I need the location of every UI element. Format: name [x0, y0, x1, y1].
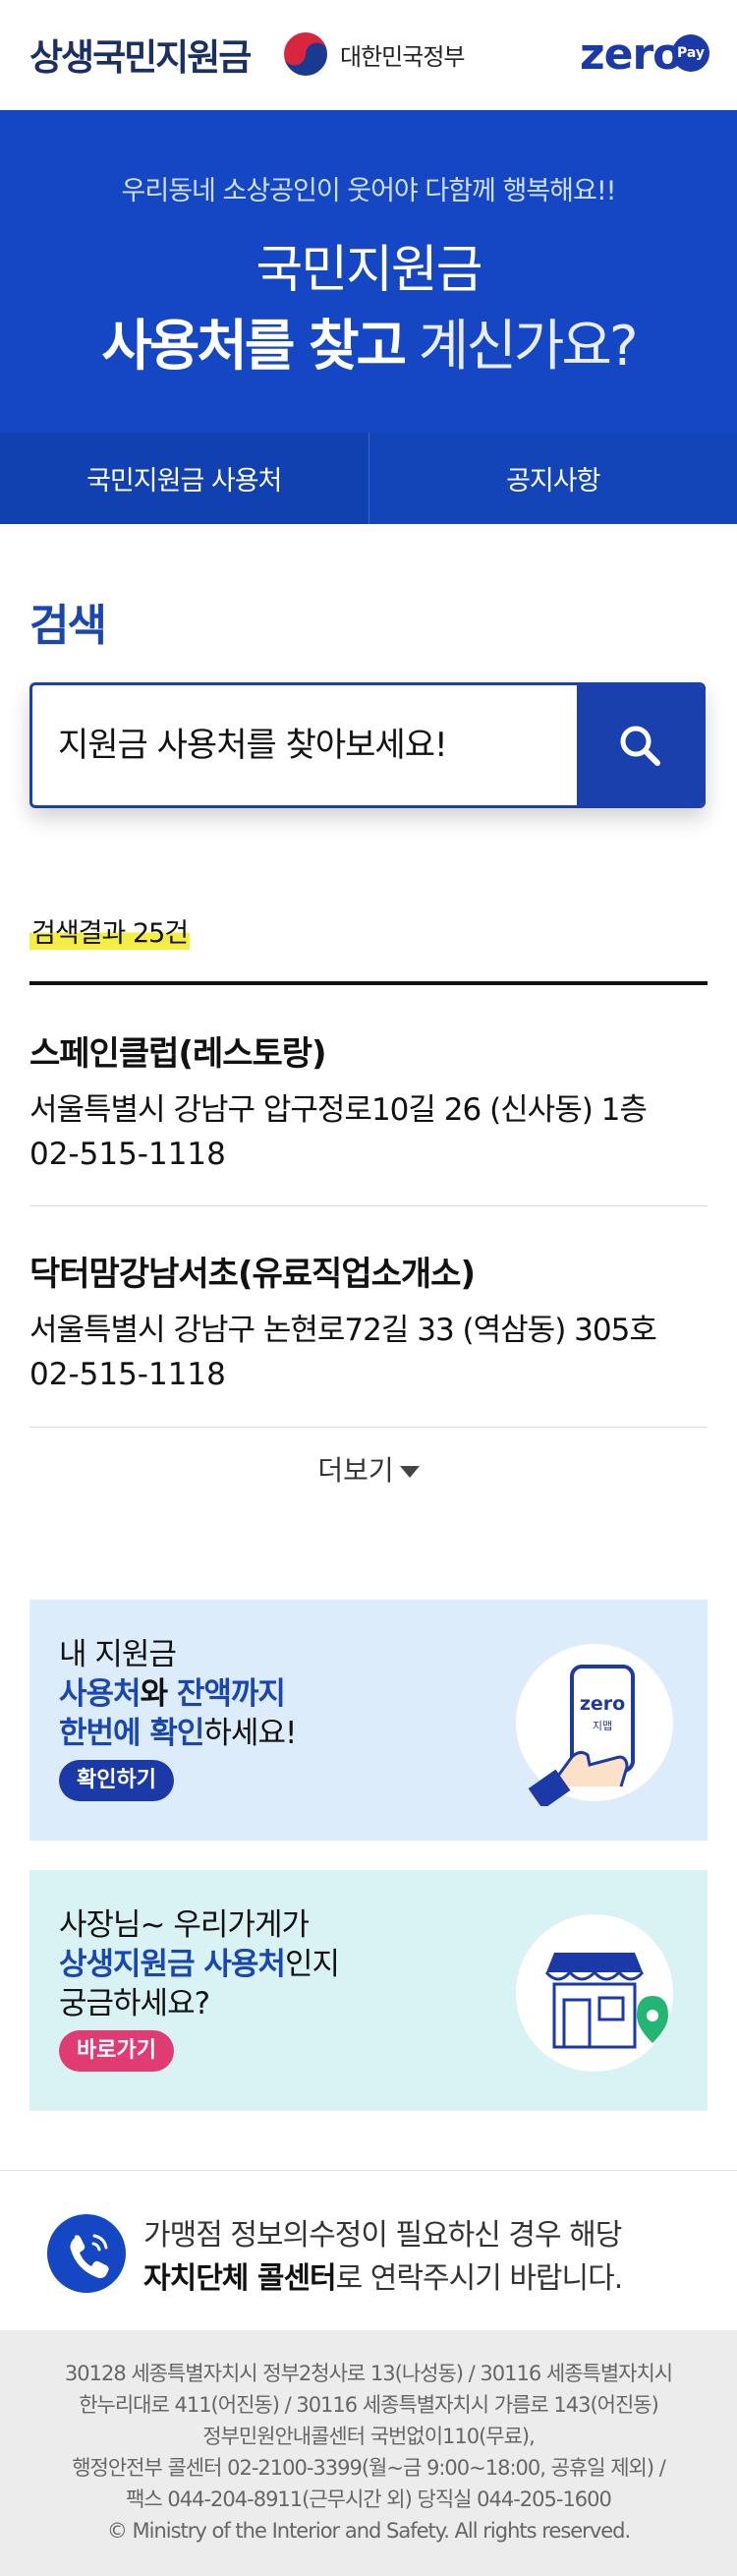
result-divider [29, 981, 708, 985]
footer-line: 팩스 044-204-8911(근무시간 외) 당직실 044-205-1600 [126, 2488, 612, 2511]
footer-line: 행정안전부 콜센터 02-2100-3399(월~금 9:00~18:00, 공… [72, 2456, 666, 2480]
pay-badge: Pay [672, 34, 709, 72]
footer-line: © Ministry of the Interior and Safety. A… [106, 2519, 631, 2543]
taegeuk-emblem-icon [282, 30, 329, 78]
result-item[interactable]: 닥터맘강남서초(유료직업소개소) 서울특별시 강남구 논현로72길 33 (역삼… [29, 1247, 708, 1428]
check-button[interactable]: 확인하기 [59, 1760, 174, 1801]
search-input[interactable] [32, 685, 577, 805]
result-name: 닥터맘강남서초(유료직업소개소) [29, 1255, 476, 1294]
more-button[interactable]: 더보기 [0, 1449, 737, 1489]
tab-usage-places[interactable]: 국민지원금 사용처 [0, 433, 368, 524]
store-icon [516, 1914, 673, 2072]
banner1-hl2: 잔액까지 [176, 1676, 286, 1712]
banner2-rest: 인지 [284, 1947, 340, 1982]
banner1-line3: 한번에 확인하세요! [59, 1714, 297, 1753]
search-icon [620, 726, 660, 766]
tab-notices[interactable]: 공지사항 [368, 433, 737, 524]
result-item[interactable]: 스페인클럽(레스토랑) 서울특별시 강남구 압구정로10길 26 (신사동) 1… [29, 1026, 708, 1206]
result-address: 서울특별시 강남구 논현로72길 33 (역삼동) 305호 [29, 1313, 657, 1348]
phone-logo: zero [580, 1693, 625, 1715]
banner2-line1: 사장님~ 우리가게가 [59, 1907, 310, 1943]
banner1-hl3: 한번에 확인 [59, 1716, 204, 1751]
hero-banner: 우리동네 소상공인이 웃어야 다함께 행복해요!! 국민지원금 사용처를 찾고 … [0, 110, 737, 433]
more-label: 더보기 [317, 1454, 394, 1487]
banner2-hl: 상생지원금 사용처 [59, 1947, 286, 1982]
result-name: 스페인클럽(레스토랑) [29, 1034, 327, 1074]
banner2-line2: 상생지원금 사용처인지 [59, 1945, 340, 1984]
footer: 30128 세종특별자치시 정부2청사로 13(나성동) / 30116 세종특… [0, 2330, 737, 2576]
triangle-down-icon [399, 1466, 420, 1478]
result-address: 서울특별시 강남구 압구정로10길 26 (신사동) 1층 [29, 1092, 648, 1128]
section-divider [0, 2170, 737, 2171]
hero-subtitle: 우리동네 소상공인이 웃어야 다함께 행복해요!! [121, 176, 617, 206]
call-rest: 로 연락주시기 바랍니다. [335, 2261, 624, 2296]
search-title: 검색 [29, 601, 107, 651]
phone-in-hand-icon: zero 지맵 [516, 1644, 673, 1806]
footer-line: 정부민원안내콜센터 국번없이110(무료), [202, 2425, 536, 2448]
banner1-hl1: 사용처 [59, 1676, 142, 1712]
hero-title-line1: 국민지원금 [255, 241, 482, 300]
gov-label: 대한민국정부 [340, 43, 465, 71]
banner2-text: 사장님~ 우리가게가 상생지원금 사용처인지 궁금하세요? [59, 1905, 340, 2023]
call-line1: 가맹점 정보의수정이 필요하신 경우 해당 [143, 2218, 622, 2253]
hero-title-light: 계신가요? [404, 315, 639, 379]
call-line2: 자치단체 콜센터로 연락주시기 바랍니다. [143, 2257, 624, 2301]
call-center-bold: 자치단체 콜센터 [143, 2261, 337, 2296]
call-center-notice: 가맹점 정보의수정이 필요하신 경우 해당 자치단체 콜센터로 연락주시기 바랍… [143, 2214, 624, 2301]
footer-line: 30128 세종특별자치시 정부2청사로 13(나성동) / 30116 세종특… [64, 2362, 673, 2385]
go-button[interactable]: 바로가기 [59, 2030, 174, 2072]
phone-call-icon [47, 2214, 126, 2293]
hero-title-bold: 사용처를 찾고 [101, 315, 407, 379]
result-phone: 02-515-1118 [29, 1137, 226, 1172]
result-count: 검색결과 25건 [29, 911, 191, 950]
search-button[interactable] [577, 685, 703, 805]
store-check-banner[interactable]: 사장님~ 우리가게가 상생지원금 사용처인지 궁금하세요? 바로가기 [29, 1870, 708, 2111]
banner1-mid: 와 [140, 1676, 177, 1712]
banner1-rest: 하세요! [203, 1716, 297, 1751]
banner2-line3: 궁금하세요? [59, 1986, 210, 2021]
search-box [29, 682, 706, 808]
banner1-line2: 사용처와 잔액까지 [59, 1674, 296, 1714]
phone-sub: 지맵 [593, 1720, 612, 1732]
banner1-text: 내 지원금 사용처와 잔액까지 한번에 확인하세요! [59, 1635, 297, 1753]
result-phone: 02-515-1118 [29, 1357, 226, 1392]
footer-line: 한누리대로 411(어진동) / 30116 세종특별자치시 가름로 143(어… [79, 2393, 659, 2417]
top-header: 상생국민지원금 대한민국정부 zero Pay [0, 0, 737, 110]
check-balance-banner[interactable]: 내 지원금 사용처와 잔액까지 한번에 확인하세요! 확인하기 zero 지맵 [29, 1600, 708, 1841]
hero-title-line2: 사용처를 찾고 계신가요? [0, 302, 737, 381]
banner1-line1: 내 지원금 [59, 1637, 177, 1672]
zero-logo[interactable]: zero [580, 29, 682, 80]
main-tabs: 국민지원금 사용처 공지사항 [0, 433, 737, 524]
brand-title[interactable]: 상생국민지원금 [29, 28, 252, 81]
